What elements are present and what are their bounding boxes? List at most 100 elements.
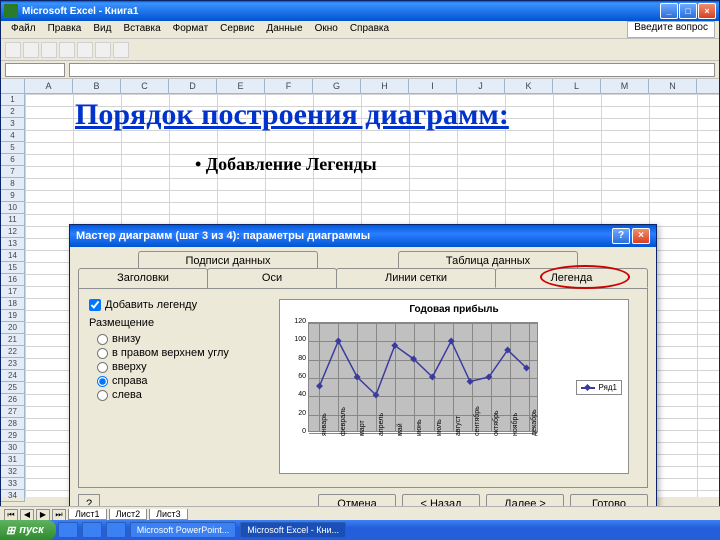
row-header[interactable]: 25 [1,382,25,394]
row-header[interactable]: 10 [1,202,25,214]
row-header[interactable]: 20 [1,322,25,334]
row-header[interactable]: 14 [1,250,25,262]
taskbar-item-powerpoint[interactable]: Microsoft PowerPoint... [130,522,237,538]
row-header[interactable]: 18 [1,298,25,310]
sheet-tab[interactable]: Лист1 [68,509,107,520]
row-header[interactable]: 2 [1,106,25,118]
col-header[interactable]: I [409,79,457,93]
minimize-button[interactable]: _ [660,3,678,19]
windows-logo-icon: ⊞ [6,524,15,537]
col-header[interactable]: C [121,79,169,93]
row-header[interactable]: 6 [1,154,25,166]
tab-axes[interactable]: Оси [207,268,337,288]
menu-window[interactable]: Окно [309,21,344,38]
row-header[interactable]: 23 [1,358,25,370]
col-header[interactable]: A [25,79,73,93]
row-header[interactable]: 12 [1,226,25,238]
col-header[interactable]: E [217,79,265,93]
add-legend-checkbox[interactable] [89,299,101,311]
menu-help[interactable]: Справка [344,21,395,38]
menu-format[interactable]: Формат [167,21,215,38]
taskbar-item[interactable] [106,522,126,538]
col-header[interactable]: N [649,79,697,93]
formula-input[interactable] [69,63,715,77]
row-header[interactable]: 29 [1,430,25,442]
maximize-button[interactable]: □ [679,3,697,19]
row-header[interactable]: 28 [1,418,25,430]
row-header[interactable]: 16 [1,274,25,286]
row-header[interactable]: 19 [1,310,25,322]
col-header[interactable]: M [601,79,649,93]
tab-data-table[interactable]: Таблица данных [398,251,578,269]
menu-edit[interactable]: Правка [42,21,88,38]
row-header[interactable]: 1 [1,94,25,106]
placement-left-radio[interactable] [97,390,108,401]
row-header[interactable]: 34 [1,490,25,502]
row-header[interactable]: 21 [1,334,25,346]
new-icon[interactable] [5,42,21,58]
row-header[interactable]: 31 [1,454,25,466]
taskbar-item[interactable] [82,522,102,538]
tab-nav-last-icon[interactable]: ⏭ [52,509,66,521]
print-icon[interactable] [59,42,75,58]
row-header[interactable]: 27 [1,406,25,418]
row-header[interactable]: 24 [1,370,25,382]
row-header[interactable]: 9 [1,190,25,202]
close-button[interactable]: × [698,3,716,19]
col-header[interactable]: B [73,79,121,93]
sheet-tab[interactable]: Лист2 [109,509,148,520]
tab-nav-first-icon[interactable]: ⏮ [4,509,18,521]
col-header[interactable]: F [265,79,313,93]
row-header[interactable]: 30 [1,442,25,454]
start-button[interactable]: ⊞ пуск [0,520,56,540]
tab-titles[interactable]: Заголовки [78,268,208,288]
row-header[interactable]: 11 [1,214,25,226]
row-header[interactable]: 13 [1,238,25,250]
help-search-input[interactable]: Введите вопрос [627,21,715,38]
menu-file[interactable]: Файл [5,21,42,38]
placement-bottom-radio[interactable] [97,334,108,345]
col-header[interactable]: J [457,79,505,93]
copy-icon[interactable] [95,42,111,58]
open-icon[interactable] [23,42,39,58]
tab-nav-prev-icon[interactable]: ◀ [20,509,34,521]
row-header[interactable]: 15 [1,262,25,274]
tab-nav-next-icon[interactable]: ▶ [36,509,50,521]
paste-icon[interactable] [113,42,129,58]
dialog-close-button[interactable]: × [632,228,650,244]
row-header[interactable]: 3 [1,118,25,130]
row-header[interactable]: 17 [1,286,25,298]
row-header[interactable]: 8 [1,178,25,190]
cells-grid[interactable]: Порядок построения диаграмм: • Добавлени… [25,94,719,497]
row-header[interactable]: 5 [1,142,25,154]
cut-icon[interactable] [77,42,93,58]
placement-top-radio[interactable] [97,362,108,373]
row-header[interactable]: 33 [1,478,25,490]
col-header[interactable]: D [169,79,217,93]
menu-insert[interactable]: Вставка [117,21,166,38]
name-box[interactable] [5,63,65,77]
placement-right-radio[interactable] [97,376,108,387]
row-header[interactable]: 22 [1,346,25,358]
col-header[interactable]: G [313,79,361,93]
tab-gridlines[interactable]: Линии сетки [336,268,496,288]
tab-data-labels[interactable]: Подписи данных [138,251,318,269]
menu-view[interactable]: Вид [87,21,117,38]
col-header[interactable]: H [361,79,409,93]
menu-tools[interactable]: Сервис [214,21,260,38]
select-all-corner[interactable] [1,79,25,93]
taskbar-item-excel[interactable]: Microsoft Excel - Кни... [240,522,346,538]
col-header[interactable]: K [505,79,553,93]
save-icon[interactable] [41,42,57,58]
col-header[interactable]: L [553,79,601,93]
row-header[interactable]: 7 [1,166,25,178]
placement-topright-radio[interactable] [97,348,108,359]
row-header[interactable]: 4 [1,130,25,142]
taskbar-item[interactable] [58,522,78,538]
tab-legend[interactable]: Легенда [495,268,648,288]
sheet-tab[interactable]: Лист3 [149,509,188,520]
menu-data[interactable]: Данные [260,21,308,38]
row-header[interactable]: 32 [1,466,25,478]
dialog-help-button[interactable]: ? [612,228,630,244]
row-header[interactable]: 26 [1,394,25,406]
